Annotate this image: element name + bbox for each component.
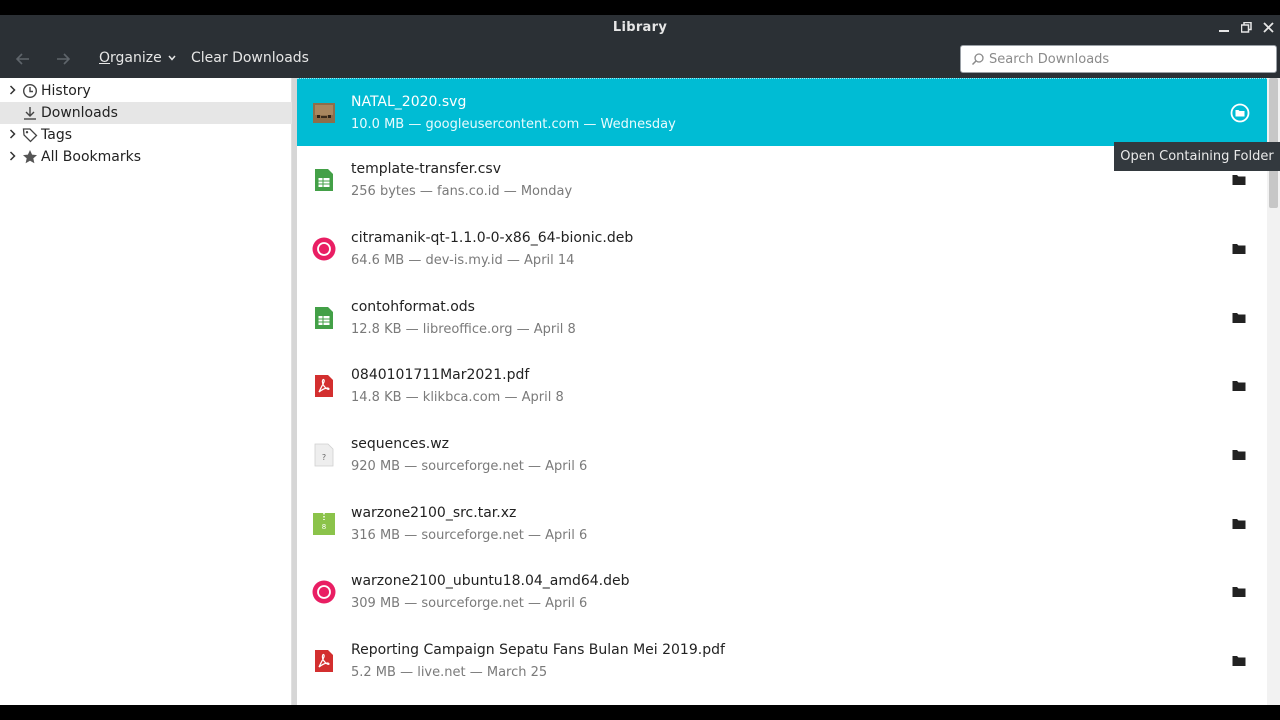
download-row[interactable]: ? sequences.wz 920 MB — sourceforge.net … (297, 421, 1267, 489)
expand-chevron-icon[interactable] (6, 128, 18, 142)
search-icon (971, 53, 984, 66)
download-meta: 10.0 MB — googleusercontent.com — Wednes… (351, 117, 676, 132)
download-row[interactable]: warzone2100_ubuntu18.04_amd64.deb 309 MB… (297, 558, 1267, 626)
debian-package-icon (312, 580, 336, 604)
close-icon (1262, 21, 1274, 33)
minimize-icon (1219, 30, 1229, 32)
download-meta: 316 MB — sourceforge.net — April 6 (351, 528, 588, 543)
expand-chevron-icon[interactable] (6, 150, 18, 164)
tag-icon (22, 127, 38, 143)
restore-icon (1240, 21, 1252, 33)
folder-icon[interactable] (1232, 449, 1246, 461)
spreadsheet-file-icon (315, 307, 333, 329)
download-meta: 920 MB — sourceforge.net — April 6 (351, 459, 588, 474)
back-button[interactable] (12, 48, 34, 70)
sidebar-item-downloads[interactable]: Downloads (0, 102, 292, 124)
spreadsheet-file-icon (315, 169, 333, 191)
chevron-down-icon (168, 55, 176, 61)
download-meta: 14.8 KB — klikbca.com — April 8 (351, 390, 564, 405)
library-window: Library Organize Clear Downloads Search … (0, 15, 1280, 705)
download-filename: citramanik-qt-1.1.0-0-x86_64-bionic.deb (351, 230, 634, 246)
organize-menu-button[interactable]: Organize (99, 50, 176, 66)
clear-downloads-button[interactable]: Clear Downloads (191, 50, 309, 66)
arrow-left-icon (16, 53, 29, 65)
download-filename: sequences.wz (351, 436, 450, 452)
download-meta: 5.2 MB — live.net — March 25 (351, 665, 548, 680)
vertical-scrollbar[interactable] (1267, 78, 1280, 705)
minimize-button[interactable] (1215, 18, 1233, 36)
search-box[interactable] (960, 45, 1277, 73)
download-meta: 309 MB — sourceforge.net — April 6 (351, 596, 588, 611)
sidebar-item-label: Downloads (41, 105, 118, 121)
sidebar: History Downloads Tags All Bookmarks (0, 78, 292, 705)
download-filename: 0840101711Mar2021.pdf (351, 367, 530, 383)
sidebar-item-tags[interactable]: Tags (0, 124, 292, 146)
folder-icon[interactable] (1232, 174, 1246, 186)
download-row[interactable]: Reporting Campaign Sepatu Fans Bulan Mei… (297, 627, 1267, 695)
title-bar: Library (0, 15, 1280, 40)
folder-icon[interactable] (1232, 586, 1246, 598)
download-filename: Reporting Campaign Sepatu Fans Bulan Mei… (351, 642, 725, 658)
folder-icon[interactable] (1232, 380, 1246, 392)
download-icon (22, 105, 38, 121)
organize-accesskey: O (99, 50, 111, 66)
sidebar-item-label: Tags (41, 127, 72, 143)
archive-file-icon: 8 (313, 513, 335, 535)
pdf-file-icon (315, 650, 333, 672)
screen-top-bar (0, 0, 1280, 15)
close-button[interactable] (1259, 18, 1277, 36)
download-filename: warzone2100_ubuntu18.04_amd64.deb (351, 573, 630, 589)
download-meta: 256 bytes — fans.co.id — Monday (351, 184, 573, 199)
unknown-file-icon: ? (314, 443, 334, 467)
star-icon (22, 149, 38, 165)
download-row[interactable]: 0840101711Mar2021.pdf 14.8 KB — klikbca.… (297, 352, 1267, 420)
sidebar-item-all-bookmarks[interactable]: All Bookmarks (0, 146, 292, 168)
toolbar: Organize Clear Downloads (0, 40, 1280, 78)
download-filename: NATAL_2020.svg (351, 94, 467, 110)
tooltip: Open Containing Folder (1114, 142, 1280, 171)
sidebar-item-label: History (41, 83, 91, 99)
forward-button[interactable] (52, 48, 74, 70)
download-filename: contohformat.ods (351, 299, 475, 315)
image-file-icon (313, 103, 335, 123)
open-folder-button[interactable] (1230, 103, 1250, 123)
download-filename: template-transfer.csv (351, 161, 501, 177)
debian-package-icon (312, 237, 336, 261)
clock-icon (22, 83, 38, 99)
download-meta: 12.8 KB — libreoffice.org — April 8 (351, 322, 576, 337)
downloads-list: NATAL_2020.svg 10.0 MB — googleuserconte… (297, 78, 1267, 705)
download-row[interactable]: NATAL_2020.svg 10.0 MB — googleuserconte… (297, 78, 1267, 146)
download-filename: warzone2100_src.tar.xz (351, 505, 517, 521)
svg-text:?: ? (322, 453, 326, 462)
download-row[interactable]: citramanik-qt-1.1.0-0-x86_64-bionic.deb … (297, 215, 1267, 283)
arrow-right-icon (57, 53, 70, 65)
sidebar-item-label: All Bookmarks (41, 149, 142, 165)
download-meta: 64.6 MB — dev-is.my.id — April 14 (351, 253, 575, 268)
folder-icon[interactable] (1232, 243, 1246, 255)
folder-icon[interactable] (1232, 655, 1246, 667)
download-row[interactable]: contohformat.ods 12.8 KB — libreoffice.o… (297, 284, 1267, 352)
window-title: Library (612, 20, 668, 35)
download-row[interactable]: 8 warzone2100_src.tar.xz 316 MB — source… (297, 490, 1267, 558)
search-input[interactable] (989, 51, 1259, 67)
folder-icon[interactable] (1232, 518, 1246, 530)
organize-label: rganize (110, 50, 162, 66)
sidebar-item-history[interactable]: History (0, 80, 292, 102)
screen-bottom-bar (0, 705, 1280, 720)
folder-icon[interactable] (1232, 312, 1246, 324)
expand-chevron-icon[interactable] (6, 84, 18, 98)
maximize-button[interactable] (1237, 18, 1255, 36)
pdf-file-icon (315, 375, 333, 397)
svg-text:8: 8 (322, 523, 326, 531)
